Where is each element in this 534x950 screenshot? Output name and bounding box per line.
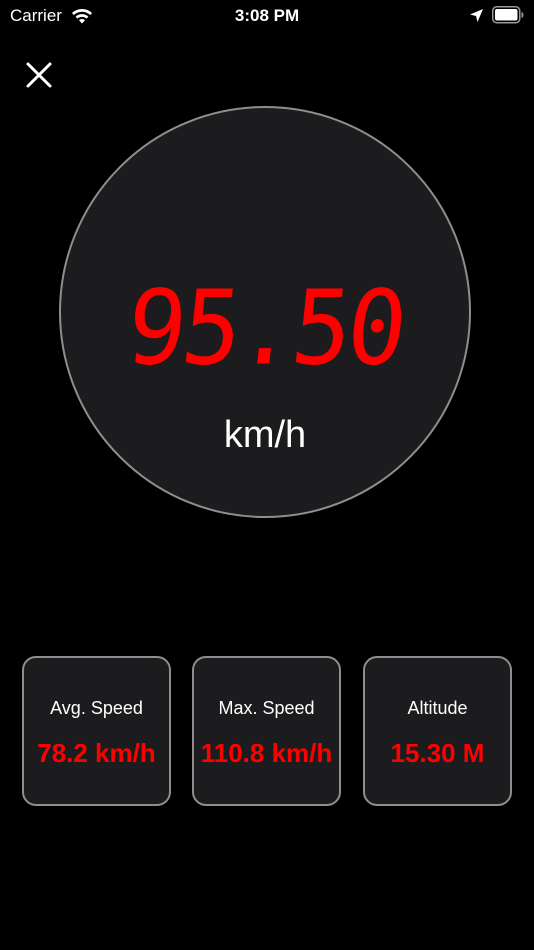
battery-icon	[492, 6, 524, 24]
location-arrow-icon	[470, 9, 483, 22]
close-button[interactable]	[20, 56, 58, 94]
status-time: 3:08 PM	[234, 6, 300, 25]
altitude-card: Altitude 15.30 M	[363, 656, 512, 806]
speed-unit-label: km/h	[223, 414, 307, 456]
status-bar: Carrier 3:08 PM	[0, 0, 534, 32]
max-speed-card: Max. Speed 110.8 km/h	[192, 656, 341, 806]
close-icon	[26, 62, 52, 88]
avg-speed-value: 78.2 km/h	[37, 738, 156, 768]
avg-speed-card: Avg. Speed 78.2 km/h	[22, 656, 171, 806]
current-speed-value: 95.50	[121, 269, 409, 389]
max-speed-value: 110.8 km/h	[200, 738, 333, 768]
avg-speed-label: Avg. Speed	[50, 698, 143, 718]
max-speed-label: Max. Speed	[218, 698, 315, 718]
stats-row: Avg. Speed 78.2 km/h Max. Speed 110.8 km…	[22, 656, 512, 806]
altitude-label: Altitude	[407, 698, 468, 718]
speedometer-dial: 95.50 km/h	[59, 106, 471, 518]
altitude-value: 15.30 M	[390, 738, 485, 768]
